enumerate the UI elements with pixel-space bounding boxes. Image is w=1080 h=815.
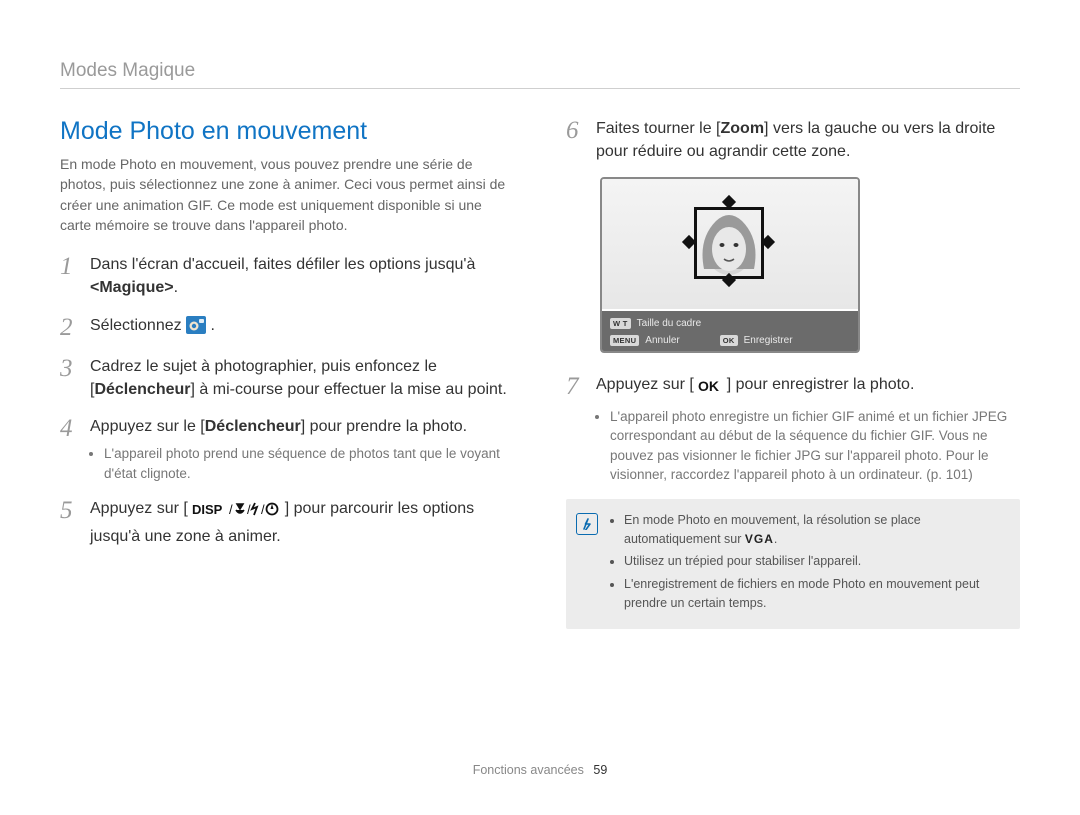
- step-4: Appuyez sur le [Déclencheur] pour prendr…: [60, 415, 514, 483]
- step-keyword: Zoom: [721, 120, 765, 137]
- footer-label: Fonctions avancées: [473, 763, 584, 777]
- step-text: Appuyez sur [: [596, 376, 694, 393]
- step-note-list: L'appareil photo prend une séquence de p…: [104, 444, 514, 483]
- steps-list-right-2: Appuyez sur [ OK ] pour enregistrer la p…: [566, 373, 1020, 484]
- two-column-layout: Mode Photo en mouvement En mode Photo en…: [60, 117, 1020, 629]
- lcd-status-bar: W T Taille du cadre MENU Annuler OK Enre…: [602, 311, 858, 351]
- breadcrumb: Modes Magique: [60, 60, 1020, 82]
- tip-icon: [576, 513, 598, 535]
- manual-page: Modes Magique Mode Photo en mouvement En…: [0, 0, 1080, 815]
- ok-icon: OK: [698, 377, 722, 400]
- section-title: Mode Photo en mouvement: [60, 117, 514, 146]
- intro-paragraph: En mode Photo en mouvement, vous pouvez …: [60, 154, 514, 235]
- tip-box: En mode Photo en mouvement, la résolutio…: [566, 499, 1020, 629]
- step-note: L'appareil photo prend une séquence de p…: [104, 444, 514, 483]
- right-column: Faites tourner le [Zoom] vers la gauche …: [566, 117, 1020, 629]
- svg-text:/: /: [247, 502, 251, 517]
- svg-text:OK: OK: [698, 379, 719, 393]
- left-column: Mode Photo en mouvement En mode Photo en…: [60, 117, 514, 629]
- page-footer: Fonctions avancées 59: [0, 763, 1080, 777]
- lcd-label: Annuler: [645, 335, 679, 346]
- step-text: Appuyez sur le [: [90, 418, 205, 435]
- step-1: Dans l'écran d'accueil, faites défiler l…: [60, 253, 514, 299]
- step-3: Cadrez le sujet à photographier, puis en…: [60, 355, 514, 401]
- tip-item: L'enregistrement de fichiers en mode Pho…: [624, 575, 1006, 613]
- steps-list-right: Faites tourner le [Zoom] vers la gauche …: [566, 117, 1020, 163]
- step-note-list: L'appareil photo enregistre un fichier G…: [610, 407, 1020, 485]
- svg-text:/: /: [261, 502, 265, 517]
- camera-lcd-illustration: W T Taille du cadre MENU Annuler OK Enre…: [600, 177, 860, 353]
- step-text: Sélectionnez: [90, 317, 186, 334]
- step-text: .: [211, 317, 215, 334]
- svg-text:DISP: DISP: [192, 502, 223, 517]
- step-keyword: <Magique>: [90, 279, 174, 296]
- menu-button-icon: MENU: [610, 335, 639, 346]
- tip-item: En mode Photo en mouvement, la résolutio…: [624, 511, 1006, 549]
- divider: [60, 88, 1020, 89]
- nav-controls-icon: DISP / / /: [192, 501, 280, 524]
- step-5: Appuyez sur [ DISP / / / ]: [60, 497, 514, 547]
- tip-text: .: [774, 532, 777, 546]
- zoom-indicator-icon: W T: [610, 318, 631, 329]
- tip-list: En mode Photo en mouvement, la résolutio…: [624, 511, 1006, 617]
- step-text: ] pour prendre la photo.: [301, 418, 467, 435]
- svg-text:/: /: [229, 502, 233, 517]
- vga-icon: VGA: [745, 532, 774, 546]
- step-6: Faites tourner le [Zoom] vers la gauche …: [566, 117, 1020, 163]
- step-2: Sélectionnez .: [60, 314, 514, 341]
- lcd-label: Enregistrer: [744, 335, 793, 346]
- step-text: Appuyez sur [: [90, 500, 188, 517]
- photo-in-motion-mode-icon: [186, 316, 206, 341]
- ok-button-icon: OK: [720, 335, 738, 346]
- step-note: L'appareil photo enregistre un fichier G…: [610, 407, 1020, 485]
- step-text: ] pour enregistrer la photo.: [727, 376, 915, 393]
- page-number: 59: [593, 763, 607, 777]
- step-text: ] à mi-course pour effectuer la mise au …: [191, 381, 507, 398]
- crop-frame-icon: [694, 207, 764, 279]
- steps-list-left: Dans l'écran d'accueil, faites défiler l…: [60, 253, 514, 548]
- step-text: Faites tourner le [: [596, 120, 721, 137]
- lcd-label: Taille du cadre: [637, 318, 701, 329]
- step-7: Appuyez sur [ OK ] pour enregistrer la p…: [566, 373, 1020, 484]
- step-keyword: Déclencheur: [94, 381, 190, 398]
- step-text: .: [174, 279, 178, 296]
- step-keyword: Déclencheur: [205, 418, 301, 435]
- step-text: Dans l'écran d'accueil, faites défiler l…: [90, 256, 475, 273]
- tip-item: Utilisez un trépied pour stabiliser l'ap…: [624, 552, 1006, 571]
